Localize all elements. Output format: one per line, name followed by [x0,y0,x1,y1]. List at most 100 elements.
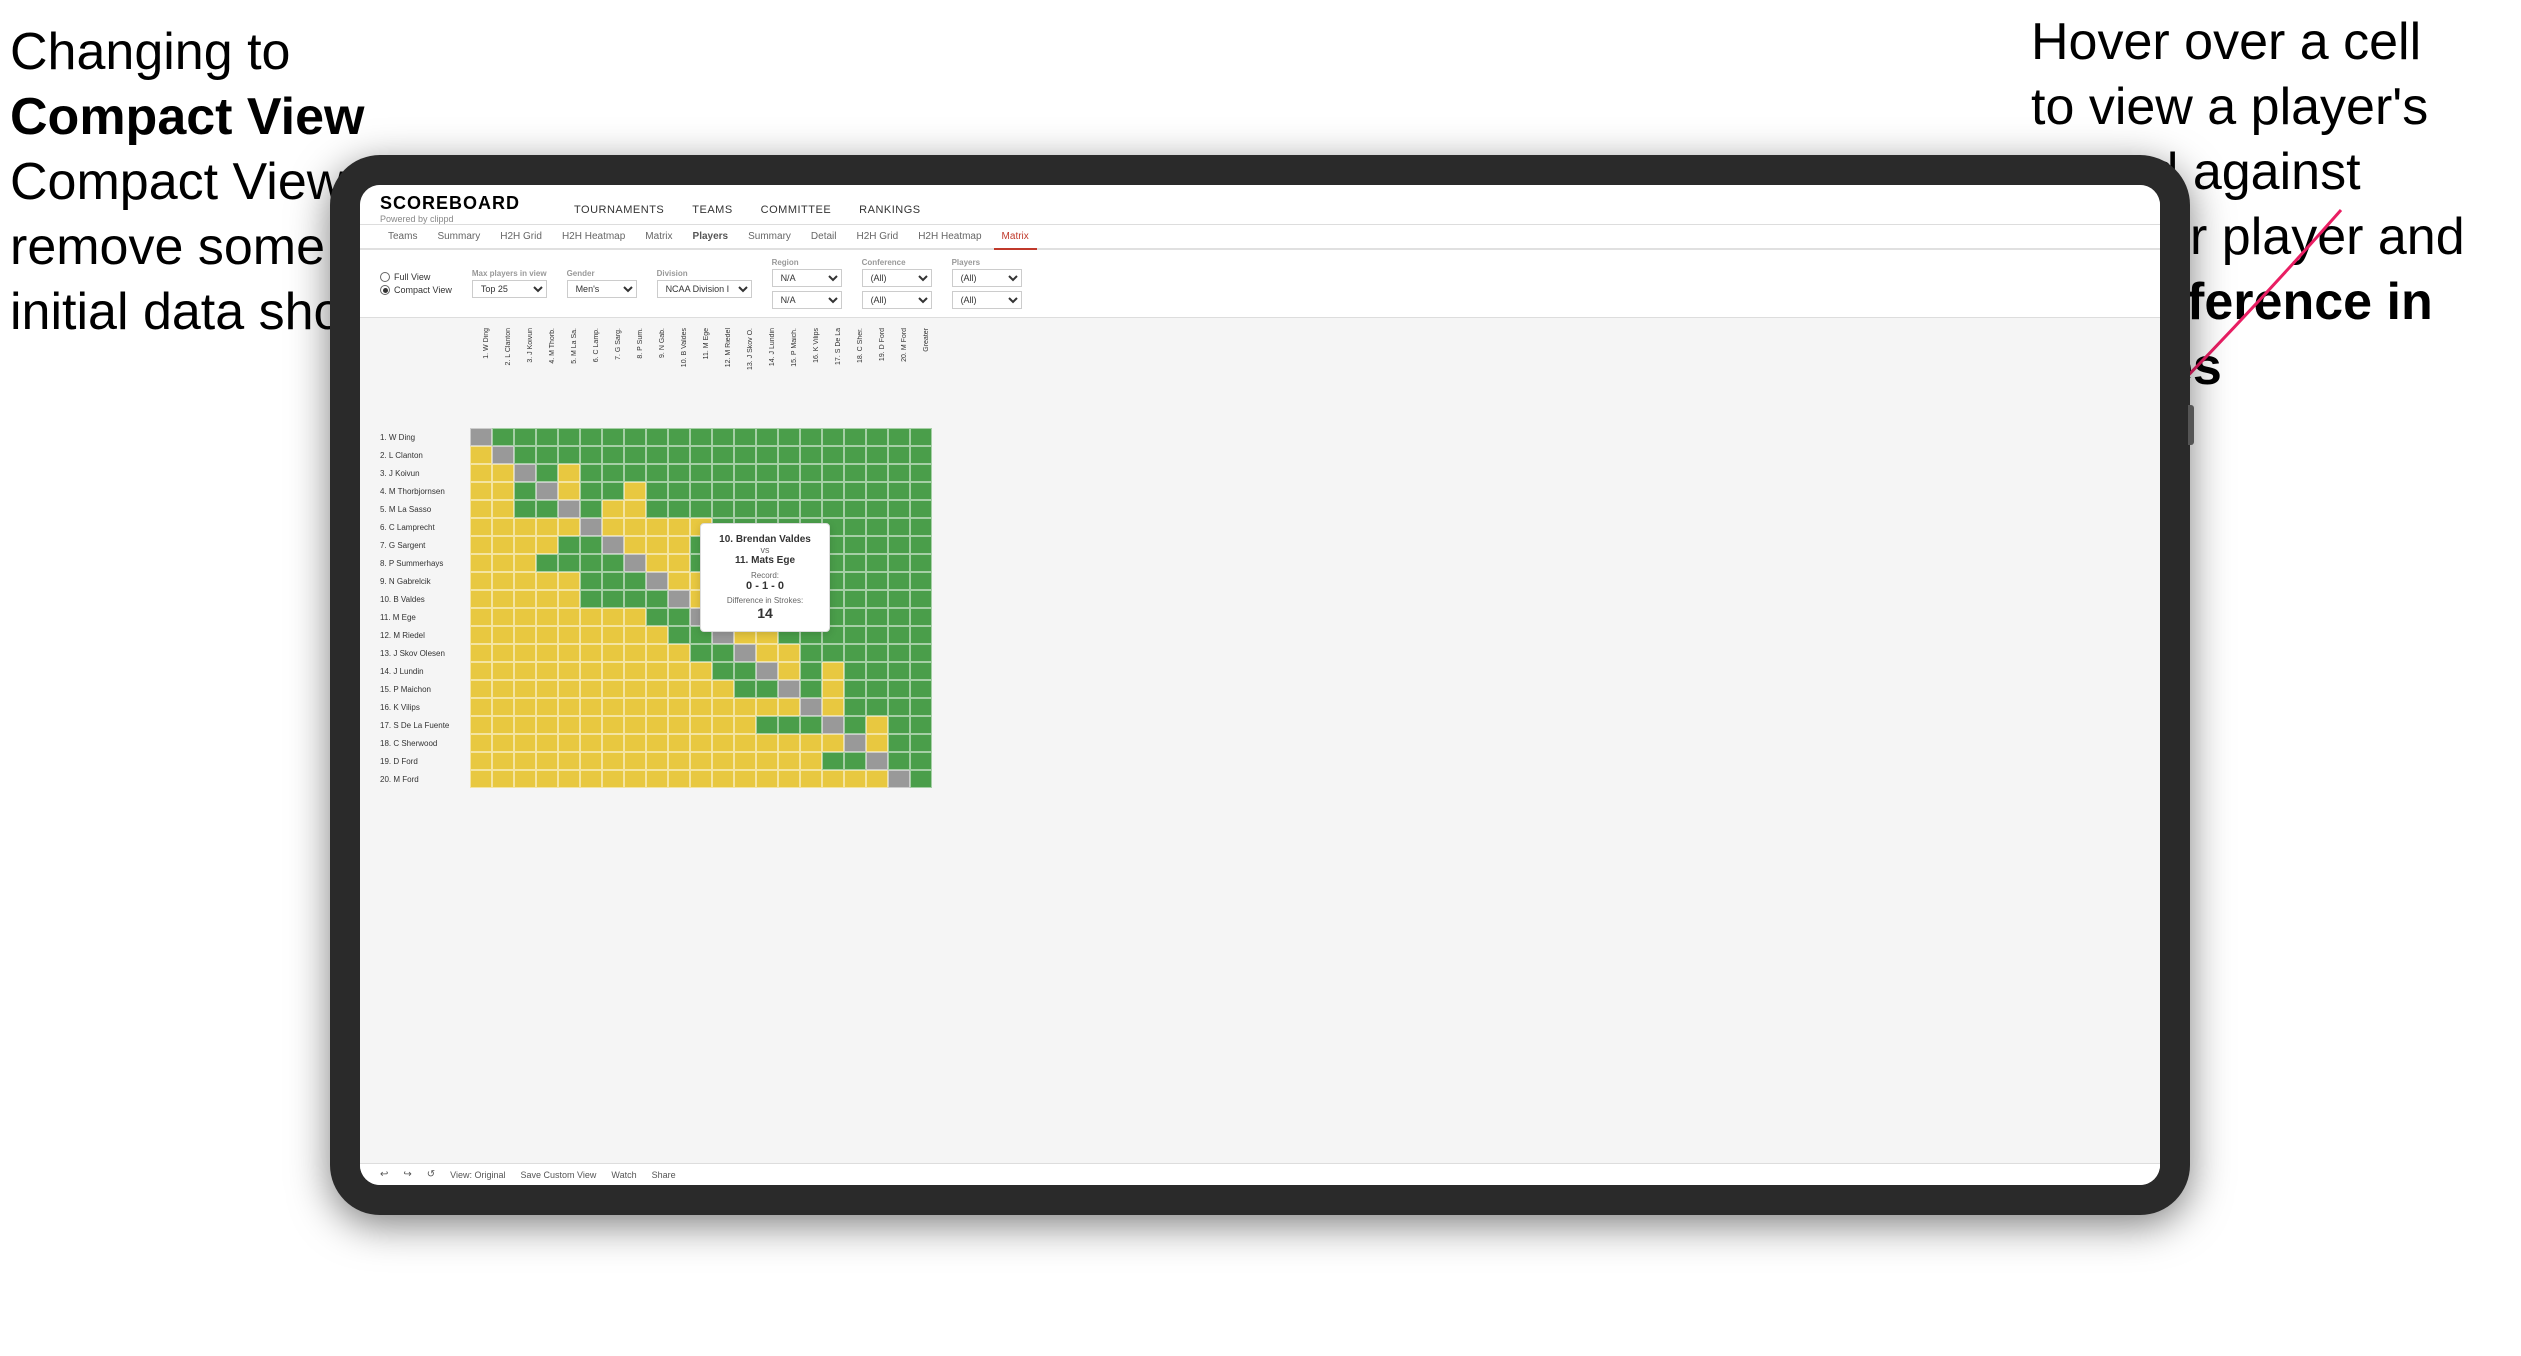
matrix-cell[interactable] [470,734,492,752]
matrix-cell[interactable] [470,446,492,464]
matrix-cell[interactable] [624,572,646,590]
matrix-cell[interactable] [646,608,668,626]
matrix-cell[interactable] [800,662,822,680]
matrix-cell[interactable] [536,680,558,698]
matrix-cell[interactable] [558,554,580,572]
matrix-cell[interactable] [536,482,558,500]
nav-rankings[interactable]: RANKINGS [855,196,924,224]
matrix-cell[interactable] [888,590,910,608]
matrix-cell[interactable] [734,698,756,716]
subnav-detail[interactable]: Detail [803,225,845,248]
matrix-cell[interactable] [668,662,690,680]
conference-select[interactable]: (All) [862,269,932,287]
matrix-cell[interactable] [646,572,668,590]
matrix-cell[interactable] [712,482,734,500]
matrix-cell[interactable] [492,716,514,734]
matrix-cell[interactable] [822,680,844,698]
matrix-cell[interactable] [646,518,668,536]
matrix-cell[interactable] [580,446,602,464]
matrix-cell[interactable] [602,518,624,536]
matrix-cell[interactable] [866,716,888,734]
matrix-cell[interactable] [514,698,536,716]
matrix-cell[interactable] [712,698,734,716]
matrix-cell[interactable] [624,536,646,554]
matrix-cell[interactable] [624,554,646,572]
matrix-cell[interactable] [470,518,492,536]
matrix-cell[interactable] [514,554,536,572]
matrix-cell[interactable] [646,662,668,680]
matrix-cell[interactable] [910,446,932,464]
matrix-cell[interactable] [822,464,844,482]
matrix-cell[interactable] [470,500,492,518]
compact-view-option[interactable]: Compact View [380,285,452,295]
matrix-cell[interactable] [778,752,800,770]
nav-committee[interactable]: COMMITTEE [757,196,836,224]
matrix-cell[interactable] [646,716,668,734]
matrix-cell[interactable] [558,500,580,518]
matrix-cell[interactable] [888,680,910,698]
matrix-cell[interactable] [602,536,624,554]
matrix-cell[interactable] [668,698,690,716]
subnav-h2h-grid[interactable]: H2H Grid [492,225,550,248]
matrix-cell[interactable] [756,428,778,446]
matrix-cell[interactable] [580,734,602,752]
matrix-cell[interactable] [602,446,624,464]
matrix-cell[interactable] [470,554,492,572]
matrix-cell[interactable] [822,734,844,752]
matrix-cell[interactable] [580,680,602,698]
matrix-cell[interactable] [624,680,646,698]
matrix-cell[interactable] [514,662,536,680]
matrix-cell[interactable] [844,770,866,788]
matrix-cell[interactable] [888,536,910,554]
subnav-teams[interactable]: Teams [380,225,425,248]
matrix-cell[interactable] [712,770,734,788]
matrix-cell[interactable] [778,716,800,734]
matrix-cell[interactable] [844,626,866,644]
matrix-cell[interactable] [910,662,932,680]
matrix-cell[interactable] [558,716,580,734]
matrix-cell[interactable] [866,662,888,680]
matrix-cell[interactable] [822,428,844,446]
matrix-cell[interactable] [888,446,910,464]
matrix-cell[interactable] [822,644,844,662]
matrix-cell[interactable] [866,734,888,752]
matrix-cell[interactable] [514,536,536,554]
matrix-cell[interactable] [800,698,822,716]
matrix-cell[interactable] [822,698,844,716]
matrix-cell[interactable] [910,644,932,662]
matrix-cell[interactable] [712,500,734,518]
matrix-cell[interactable] [822,446,844,464]
matrix-cell[interactable] [756,716,778,734]
matrix-cell[interactable] [580,626,602,644]
matrix-cell[interactable] [558,680,580,698]
matrix-cell[interactable] [646,770,668,788]
matrix-cell[interactable] [558,644,580,662]
matrix-cell[interactable] [866,770,888,788]
matrix-cell[interactable] [514,464,536,482]
matrix-cell[interactable] [888,734,910,752]
matrix-cell[interactable] [910,734,932,752]
matrix-cell[interactable] [866,572,888,590]
matrix-cell[interactable] [602,716,624,734]
matrix-cell[interactable] [580,662,602,680]
matrix-cell[interactable] [866,536,888,554]
matrix-cell[interactable] [492,662,514,680]
matrix-cell[interactable] [514,680,536,698]
matrix-cell[interactable] [514,734,536,752]
matrix-cell[interactable] [624,518,646,536]
save-custom-button[interactable]: Save Custom View [521,1170,597,1180]
matrix-cell[interactable] [492,608,514,626]
players-select[interactable]: (All) [952,269,1022,287]
matrix-cell[interactable] [470,698,492,716]
max-players-select[interactable]: Top 25 [472,280,547,298]
matrix-cell[interactable] [514,644,536,662]
conference-select2[interactable]: (All) [862,291,932,309]
matrix-cell[interactable] [470,482,492,500]
matrix-cell[interactable] [800,464,822,482]
matrix-cell[interactable] [536,446,558,464]
matrix-cell[interactable] [866,590,888,608]
matrix-cell[interactable] [844,500,866,518]
matrix-cell[interactable] [536,716,558,734]
undo-button[interactable]: ↩ [380,1169,388,1180]
matrix-cell[interactable] [558,464,580,482]
